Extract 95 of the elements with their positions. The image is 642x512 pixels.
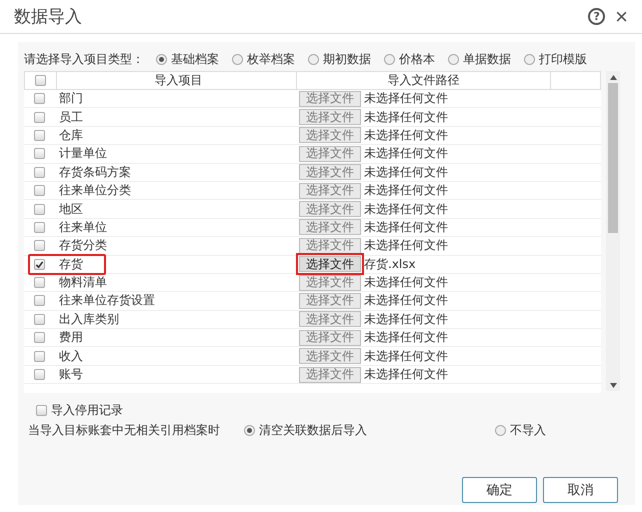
- checkbox[interactable]: [36, 404, 47, 416]
- column-header: 导入文件路径: [296, 72, 551, 89]
- table-cell: 存货: [59, 256, 83, 271]
- checkbox[interactable]: [34, 148, 45, 160]
- radio-button[interactable]: [384, 54, 395, 64]
- radio-button[interactable]: [524, 54, 535, 64]
- table-cell: 员工: [59, 110, 83, 124]
- choose-file-button[interactable]: 选择文件: [299, 366, 361, 383]
- table-cell: 账号: [59, 367, 83, 382]
- option-label: 价格本: [399, 50, 435, 68]
- option-label: 基础档案: [171, 50, 219, 68]
- table-cell: 地区: [59, 202, 83, 216]
- checkbox[interactable]: [34, 166, 45, 178]
- choose-file-button[interactable]: 选择文件: [299, 90, 361, 107]
- file-name: 未选择任何文件: [364, 310, 448, 328]
- choose-file-button[interactable]: 选择文件: [299, 219, 361, 236]
- table-cell: 部门: [59, 91, 83, 106]
- table-cell: 往来单位存货设置: [59, 293, 155, 308]
- checkbox-label: 导入停用记录: [51, 402, 123, 418]
- table-cell: 往来单位分类: [59, 183, 131, 198]
- scroll-down-icon[interactable]: [610, 383, 616, 388]
- table-cell: 存货条码方案: [59, 164, 131, 179]
- file-name: 未选择任何文件: [364, 126, 448, 144]
- field-label: 当导入目标账套中无相关引用档案时: [28, 422, 221, 438]
- radio-button[interactable]: [232, 54, 243, 64]
- table-cell: 往来单位: [59, 220, 107, 234]
- file-name: 存货.xlsx: [364, 256, 416, 273]
- table-cell: 存货分类: [59, 238, 107, 252]
- file-name: 未选择任何文件: [364, 182, 448, 200]
- checkbox[interactable]: [34, 314, 45, 325]
- checkbox[interactable]: [35, 75, 46, 86]
- choose-file-button[interactable]: 选择文件: [299, 311, 361, 328]
- choose-file-button[interactable]: 选择文件: [299, 238, 361, 254]
- choose-file-button[interactable]: 选择文件: [299, 201, 361, 218]
- checkbox[interactable]: [34, 277, 45, 288]
- choose-file-button[interactable]: 选择文件: [299, 182, 361, 199]
- file-name: 未选择任何文件: [364, 108, 448, 126]
- scroll-up-icon[interactable]: [610, 75, 616, 80]
- option-label: 枚举档案: [247, 50, 295, 68]
- window-title: 数据导入: [14, 6, 83, 28]
- radio-button[interactable]: [495, 424, 506, 436]
- checkbox[interactable]: [34, 130, 45, 141]
- checkbox[interactable]: [34, 112, 45, 123]
- choose-file-button[interactable]: 选择文件: [299, 109, 361, 126]
- table-cell: 物料清单: [59, 275, 107, 290]
- table-cell: 费用: [59, 330, 83, 344]
- radio-button[interactable]: [244, 424, 255, 436]
- option-label: 不导入: [510, 422, 546, 438]
- file-name: 未选择任何文件: [364, 366, 448, 384]
- checkbox[interactable]: [34, 204, 45, 215]
- file-name: 未选择任何文件: [364, 237, 448, 254]
- close-button[interactable]: ×: [615, 6, 628, 28]
- checkbox[interactable]: [34, 332, 45, 344]
- checkbox[interactable]: [34, 222, 45, 233]
- checkbox[interactable]: [34, 350, 45, 362]
- field-label: 请选择导入项目类型：: [24, 50, 144, 68]
- table-cell: 仓库: [59, 128, 83, 142]
- cancel-button[interactable]: 取消: [543, 477, 618, 503]
- table-cell: 出入库类别: [59, 312, 119, 326]
- choose-file-button[interactable]: 选择文件: [299, 256, 361, 272]
- help-button[interactable]: ?: [588, 8, 606, 25]
- confirm-button[interactable]: 确定: [462, 477, 537, 503]
- choose-file-button[interactable]: 选择文件: [299, 292, 361, 309]
- checkbox[interactable]: [34, 258, 45, 270]
- option-label: 期初数据: [323, 50, 371, 68]
- file-name: 未选择任何文件: [364, 145, 448, 162]
- column-header: 导入项目: [56, 72, 296, 89]
- file-name: 未选择任何文件: [364, 218, 448, 236]
- checkbox[interactable]: [34, 295, 45, 306]
- checkbox[interactable]: [34, 369, 45, 380]
- radio-button[interactable]: [448, 54, 459, 64]
- scrollbar[interactable]: [606, 71, 620, 391]
- table-cell: 计量单位: [59, 146, 107, 160]
- option-label: 单据数据: [463, 50, 511, 68]
- choose-file-button[interactable]: 选择文件: [299, 164, 361, 180]
- file-name: 未选择任何文件: [364, 348, 448, 365]
- choose-file-button[interactable]: 选择文件: [299, 146, 361, 162]
- table-cell: 收入: [59, 348, 83, 363]
- file-name: 未选择任何文件: [364, 200, 448, 218]
- file-name: 未选择任何文件: [364, 164, 448, 181]
- option-label: 打印模版: [539, 50, 587, 68]
- checkbox[interactable]: [34, 240, 45, 252]
- file-name: 未选择任何文件: [364, 90, 448, 108]
- checkbox[interactable]: [34, 185, 45, 196]
- choose-file-button[interactable]: 选择文件: [299, 127, 361, 144]
- option-label: 清空关联数据后导入: [259, 422, 367, 438]
- radio-button[interactable]: [156, 54, 167, 64]
- choose-file-button[interactable]: 选择文件: [299, 348, 361, 364]
- choose-file-button[interactable]: 选择文件: [299, 274, 361, 291]
- radio-button[interactable]: [308, 54, 319, 64]
- file-name: 未选择任何文件: [364, 274, 448, 292]
- checkbox[interactable]: [34, 93, 45, 104]
- file-name: 未选择任何文件: [364, 329, 448, 346]
- file-name: 未选择任何文件: [364, 292, 448, 310]
- choose-file-button[interactable]: 选择文件: [299, 330, 361, 346]
